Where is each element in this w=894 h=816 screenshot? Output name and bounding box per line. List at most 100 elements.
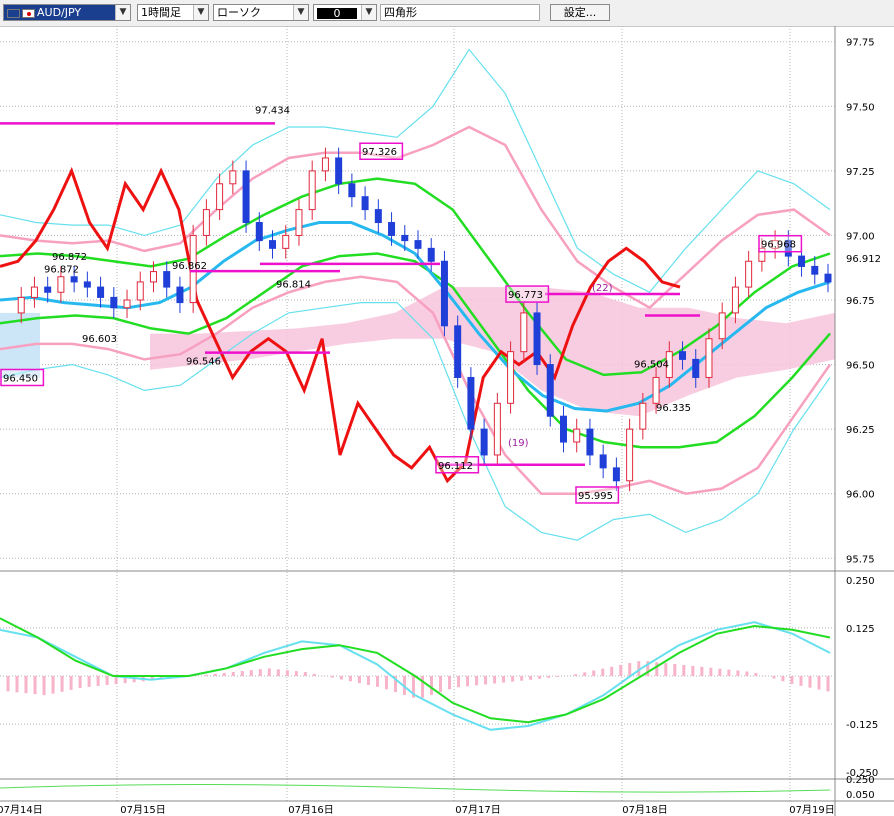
macd-histogram-bar [204, 674, 208, 676]
macd-tick-label: 0.250 [846, 576, 875, 587]
chevron-down-icon[interactable]: ▼ [115, 5, 130, 20]
candle-body [97, 286, 105, 298]
macd-histogram-bar [87, 676, 91, 687]
current-price-label: 96.912 [846, 254, 881, 265]
price-annotation: 96.872 [52, 252, 87, 263]
macd-histogram-bar [484, 676, 488, 685]
macd-histogram-bar [267, 668, 271, 676]
macd-histogram-bar [574, 674, 578, 676]
candle-body [559, 415, 567, 443]
pane3-tick-label: 0.050 [846, 790, 875, 801]
timeframe-select[interactable]: 1時間足 ▼ [137, 4, 209, 21]
macd-histogram-bar [754, 672, 758, 676]
candle-body [269, 240, 277, 249]
chart-type-select[interactable]: ローソク ▼ [213, 4, 309, 21]
date-label: 07月18日 [622, 804, 667, 816]
macd-histogram-bar [772, 676, 776, 679]
price-annotation: 96.450 [3, 373, 38, 384]
macd-histogram-bar [240, 671, 244, 676]
candle-body [30, 286, 38, 298]
macd-histogram-bar [430, 676, 434, 695]
macd-histogram-bar [357, 676, 361, 684]
price-tick-label: 95.75 [846, 554, 875, 565]
macd-histogram-bar [655, 662, 659, 676]
candle-body [652, 376, 660, 404]
candle-body [467, 376, 475, 430]
candle-body [136, 281, 144, 301]
price-annotation: 96.504 [634, 360, 669, 371]
macd-histogram-bar [700, 666, 704, 676]
macd-histogram-bar [610, 666, 614, 676]
price-tick-label: 96.00 [846, 490, 875, 501]
timeframe-label: 1時間足 [141, 6, 181, 19]
candle-body [335, 157, 343, 185]
candle-body [202, 209, 210, 236]
chevron-down-icon[interactable]: ▼ [193, 5, 208, 20]
candle-body [440, 260, 448, 327]
candle-body [70, 276, 78, 283]
macd-histogram-bar [619, 664, 623, 676]
candle-body [242, 170, 250, 224]
price-tick-label: 97.00 [846, 231, 875, 242]
macd-histogram-bar [673, 664, 677, 676]
macd-histogram-bar [60, 676, 64, 692]
macd-histogram-bar [457, 676, 461, 688]
price-tick-label: 96.75 [846, 296, 875, 307]
macd-histogram-bar [105, 676, 109, 686]
price-annotation: 96.546 [186, 357, 221, 368]
symbol-select[interactable]: AUD/JPY ▼ [3, 4, 131, 21]
drawing-tool-label: 四角形 [384, 6, 417, 19]
candle-body [44, 286, 52, 293]
pane3-line [0, 784, 831, 793]
candle-body [639, 402, 647, 430]
price-annotation: 96.968 [761, 240, 796, 251]
macd-histogram-bar [736, 670, 740, 676]
candle-body [110, 296, 118, 309]
pink-upper-band [0, 125, 831, 310]
price-tick-label: 97.50 [846, 102, 875, 113]
candle-body [586, 428, 594, 456]
macd-histogram-bar [538, 676, 542, 679]
candle-body [123, 299, 131, 309]
macd-histogram-bar [69, 676, 73, 690]
macd-histogram-bar [51, 676, 55, 694]
macd-histogram-bar [384, 676, 388, 690]
chevron-down-icon[interactable]: ▼ [361, 5, 376, 20]
candle-body [520, 312, 528, 353]
candle-body [679, 351, 687, 360]
price-axis: 97.75 97.50 97.25 97.00 96.75 96.50 96.25 96.00… [834, 26, 881, 816]
macd-histogram-bar [421, 676, 425, 698]
candle-body [427, 247, 435, 262]
color-select[interactable]: 0 ▼ [313, 4, 377, 21]
drawing-tool-field[interactable]: 四角形 [380, 4, 540, 21]
candle-body [824, 273, 832, 283]
macd-tick-label: 0.125 [846, 624, 875, 635]
macd-histogram-bar [718, 668, 722, 676]
macd-histogram-bar [745, 671, 749, 676]
macd-histogram-bar [826, 676, 830, 692]
price-tick-label: 97.75 [846, 38, 875, 49]
macd-histogram-bar [96, 676, 100, 686]
macd-histogram-bar [601, 668, 605, 676]
price-annotation: 96.335 [656, 403, 691, 414]
macd-histogram-bar [33, 676, 37, 695]
macd-histogram-bar [439, 676, 443, 693]
macd-pane: 0.2500.125-0.125-0.250 [0, 576, 878, 779]
chevron-down-icon[interactable]: ▼ [293, 5, 308, 20]
jpy-flag-icon [22, 8, 35, 18]
color-swatch: 0 [317, 7, 357, 19]
price-annotation: 97.434 [255, 105, 290, 116]
macd-histogram-bar [709, 667, 713, 676]
macd-histogram-bar [339, 676, 343, 680]
candle-body [374, 209, 382, 224]
candle-body [414, 240, 422, 249]
candle-body [321, 157, 329, 172]
macd-histogram-bar [303, 672, 307, 676]
macd-histogram-bar [727, 669, 731, 676]
settings-button[interactable]: 設定... [550, 4, 610, 21]
macd-histogram-bar [330, 676, 334, 678]
symbol-label: AUD/JPY [37, 6, 82, 19]
chart-area[interactable]: 97.434 97.326 96.87296.872 96.862 96.814 96.6… [0, 26, 894, 816]
pane3-tick-label: 0.250 [846, 775, 875, 786]
price-annotation: 95.995 [578, 491, 613, 502]
